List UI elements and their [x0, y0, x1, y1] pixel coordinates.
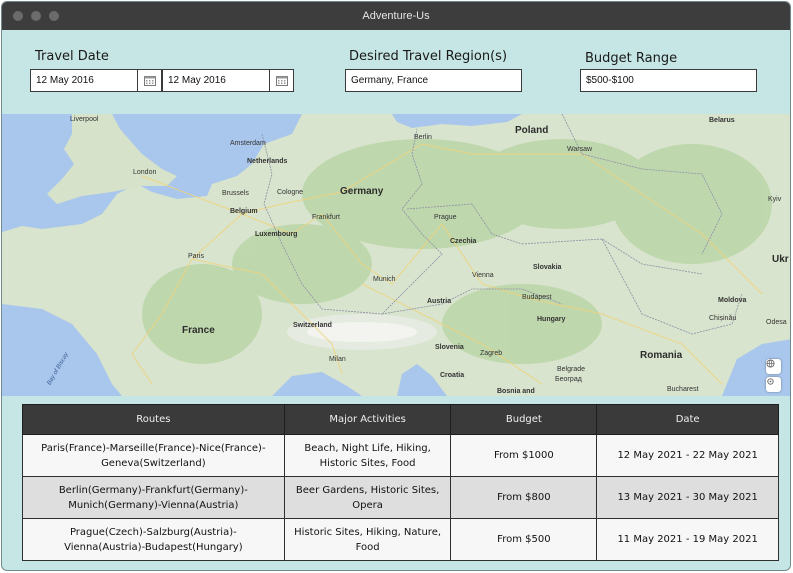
map-view[interactable]: Poland Germany France Romania Belarus Uk… — [2, 114, 790, 396]
activities-cell: Beach, Night Life, Hiking, Historic Site… — [283, 434, 452, 477]
budget-cell: From $1000 — [450, 434, 598, 477]
start-date-calendar-button[interactable] — [137, 69, 162, 92]
map-label-belgrade: Belgrade — [557, 366, 586, 373]
start-date-input[interactable]: 12 May 2016 — [30, 69, 138, 92]
app-window: Adventure-Us Travel Date 12 May 2016 12 … — [1, 1, 791, 571]
map-locate-button[interactable] — [766, 377, 781, 392]
map-label-czechia: Czechia — [450, 238, 477, 245]
region-input[interactable]: Germany, France — [345, 69, 522, 92]
map-label-ukraine: Ukr — [772, 254, 789, 265]
route-cell: Prague(Czech)-Salzburg(Austria)-Vienna(A… — [22, 518, 285, 561]
calendar-icon — [143, 76, 156, 86]
budget-cell: From $800 — [450, 476, 598, 519]
end-date-calendar-button[interactable] — [269, 69, 294, 92]
date-cell: 13 May 2021 - 30 May 2021 — [596, 476, 779, 519]
date-cell: 11 May 2021 - 19 May 2021 — [596, 518, 779, 561]
table-row[interactable]: Berlin(Germany)-Frankfurt(Germany)-Munic… — [22, 476, 779, 519]
map-label-hungary: Hungary — [537, 316, 566, 323]
map-label-bucharest: Bucharest — [667, 386, 699, 393]
map-label-chisinau: Chișinău — [709, 315, 737, 322]
map-label-brussels: Brussels — [222, 190, 249, 197]
map-label-odesa: Odesa — [766, 319, 787, 326]
activities-cell: Historic Sites, Hiking, Nature, Food — [283, 518, 452, 561]
map-label-frankfurt: Frankfurt — [312, 214, 341, 221]
map-label-belarus: Belarus — [709, 117, 735, 124]
title-bar: Adventure-Us — [2, 2, 790, 30]
map-layers-button[interactable] — [766, 359, 781, 374]
map-label-kyiv: Kyiv — [768, 196, 782, 203]
map-label-slovakia: Slovakia — [533, 264, 562, 271]
map-label-budapest: Budapest — [522, 294, 552, 301]
map-label-berlin: Berlin — [414, 134, 432, 141]
map-label-amsterdam: Amsterdam — [230, 140, 266, 147]
map-label-slovenia: Slovenia — [435, 344, 464, 351]
header-routes: Routes — [22, 404, 285, 435]
map-label-romania: Romania — [640, 350, 683, 361]
region-label: Desired Travel Region(s) — [349, 49, 508, 64]
activities-cell: Beer Gardens, Historic Sites, Opera — [283, 476, 452, 519]
header-date: Date — [596, 404, 779, 435]
calendar-icon — [275, 76, 288, 86]
route-cell: Berlin(Germany)-Frankfurt(Germany)-Munic… — [22, 476, 285, 519]
budget-label: Budget Range — [585, 51, 678, 66]
globe-icon — [766, 359, 775, 368]
map-label-cologne: Cologne — [277, 189, 304, 196]
budget-cell: From $500 — [450, 518, 598, 561]
map-label-warsaw: Warsaw — [567, 146, 593, 153]
map-label-zagreb: Zagreb — [480, 350, 503, 357]
travel-date-label: Travel Date — [35, 49, 109, 64]
end-date-input[interactable]: 12 May 2016 — [162, 69, 270, 92]
map-label-belgrade-cyrillic: Београд — [555, 376, 582, 383]
window-title: Adventure-Us — [362, 10, 430, 22]
map-label-london: London — [133, 169, 157, 176]
date-cell: 12 May 2021 - 22 May 2021 — [596, 434, 779, 477]
table-row[interactable]: Paris(France)-Marseille(France)-Nice(Fra… — [22, 434, 779, 477]
header-activities: Major Activities — [283, 404, 452, 435]
map-label-austria: Austria — [427, 298, 452, 305]
map-label-moldova: Moldova — [718, 297, 747, 304]
map-label-bosnia: Bosnia and — [497, 388, 535, 395]
map-label-germany: Germany — [340, 186, 384, 197]
map-label-milan: Milan — [329, 356, 346, 363]
map-label-poland: Poland — [515, 125, 549, 136]
header-budget: Budget — [450, 404, 598, 435]
table-header-row: Routes Major Activities Budget Date — [22, 404, 779, 435]
map-label-belgium: Belgium — [230, 208, 258, 215]
map-label-france: France — [182, 325, 215, 336]
map-label-paris: Paris — [188, 253, 204, 260]
map-label-liverpool: Liverpool — [70, 116, 99, 123]
map-label-croatia: Croatia — [440, 372, 465, 379]
map-label-luxembourg: Luxembourg — [255, 231, 298, 238]
routes-table: Routes Major Activities Budget Date Pari… — [22, 404, 779, 561]
route-cell: Paris(France)-Marseille(France)-Nice(Fra… — [22, 434, 285, 477]
map-label-switzerland: Switzerland — [293, 322, 332, 329]
map-label-vienna: Vienna — [472, 272, 494, 279]
map-label-netherlands: Netherlands — [247, 158, 288, 165]
budget-input[interactable]: $500-$100 — [580, 69, 757, 92]
map-label-munich: Munich — [373, 276, 396, 283]
table-row[interactable]: Prague(Czech)-Salzburg(Austria)-Vienna(A… — [22, 518, 779, 561]
crosshair-icon — [767, 378, 774, 385]
map-label-prague: Prague — [434, 214, 457, 221]
